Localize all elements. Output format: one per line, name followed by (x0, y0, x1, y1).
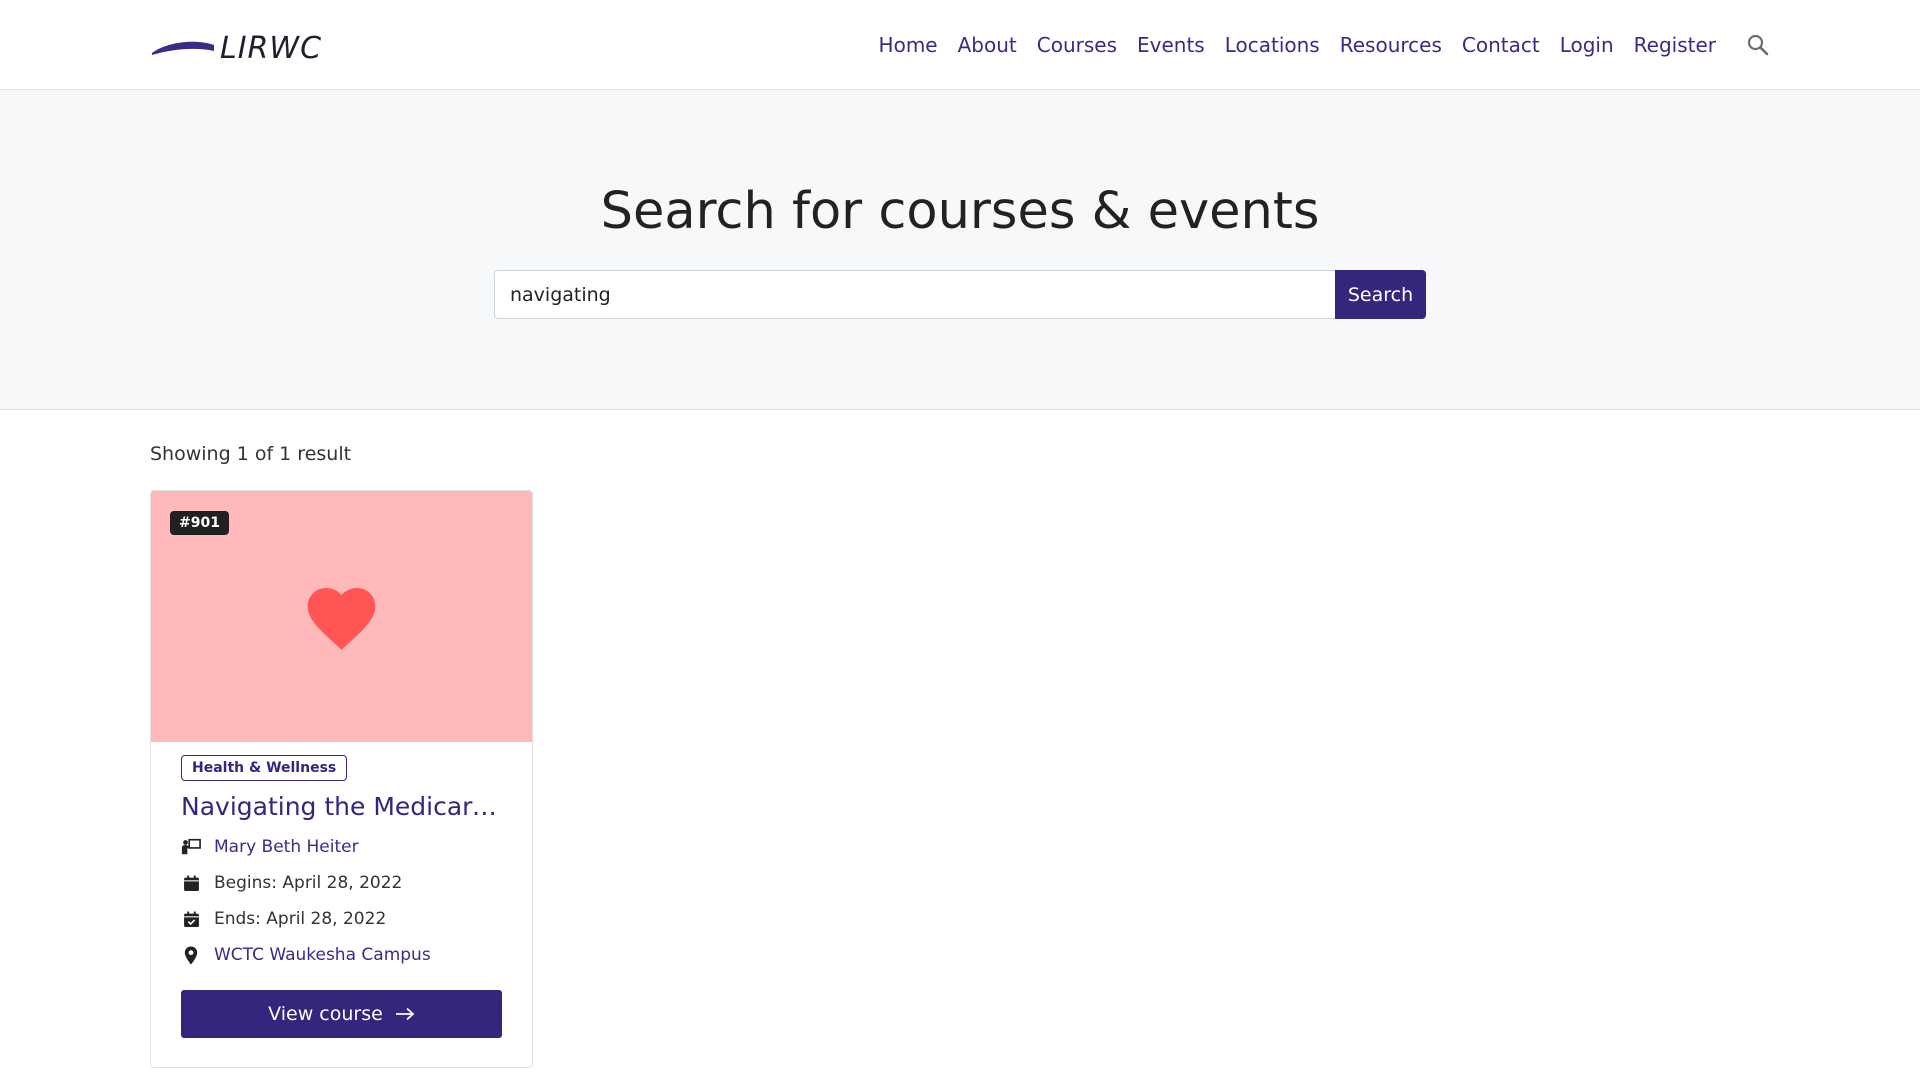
nav-register[interactable]: Register (1634, 33, 1716, 57)
course-meta: Mary Beth Heiter Begins: April 28, 2022 (181, 829, 503, 973)
course-card: #901 Health & Wellness Navigating the Me… (150, 490, 533, 1068)
logo-swoosh-icon (152, 41, 214, 55)
view-course-button[interactable]: View course (181, 990, 502, 1038)
nav-events[interactable]: Events (1137, 33, 1205, 57)
arrow-right-icon (395, 1007, 415, 1021)
view-course-label: View course (268, 1003, 383, 1025)
nav-about[interactable]: About (958, 33, 1017, 57)
location-row: WCTC Waukesha Campus (181, 937, 503, 973)
calendar-check-icon (181, 909, 201, 929)
search-hero: Search for courses & events Search (0, 90, 1920, 410)
search-icon[interactable] (1746, 33, 1770, 57)
search-button[interactable]: Search (1335, 270, 1426, 319)
nav-locations[interactable]: Locations (1225, 33, 1320, 57)
ends-row: Ends: April 28, 2022 (181, 901, 503, 937)
nav-home[interactable]: Home (879, 33, 938, 57)
results-count: Showing 1 of 1 result (150, 443, 352, 465)
instructor-row: Mary Beth Heiter (181, 829, 503, 865)
nav-courses[interactable]: Courses (1037, 33, 1117, 57)
course-card-body: Health & Wellness Navigating the Medicar… (181, 755, 503, 973)
instructor-icon (181, 837, 201, 857)
logo-text: LIRWC (220, 30, 323, 66)
calendar-icon (181, 873, 201, 893)
begins-date: Begins: April 28, 2022 (214, 873, 403, 893)
instructor-link[interactable]: Mary Beth Heiter (214, 837, 359, 857)
begins-row: Begins: April 28, 2022 (181, 865, 503, 901)
site-logo[interactable]: LIRWC (150, 30, 322, 66)
site-header: LIRWC Home About Courses Events Location… (0, 0, 1920, 90)
location-link[interactable]: WCTC Waukesha Campus (214, 945, 431, 965)
course-card-image[interactable]: #901 (151, 491, 532, 742)
nav-contact[interactable]: Contact (1462, 33, 1540, 57)
main-nav: Home About Courses Events Locations Reso… (859, 0, 1770, 90)
nav-resources[interactable]: Resources (1340, 33, 1442, 57)
ends-date: Ends: April 28, 2022 (214, 909, 387, 929)
search-form: Search (494, 270, 1426, 319)
course-number-badge: #901 (170, 511, 229, 535)
page-title: Search for courses & events (600, 182, 1320, 241)
nav-login[interactable]: Login (1560, 33, 1614, 57)
search-input[interactable] (494, 270, 1335, 319)
map-pin-icon (181, 945, 201, 965)
category-badge[interactable]: Health & Wellness (181, 755, 348, 781)
course-title-link[interactable]: Navigating the Medicare ... (181, 792, 503, 821)
heart-icon (307, 588, 376, 650)
